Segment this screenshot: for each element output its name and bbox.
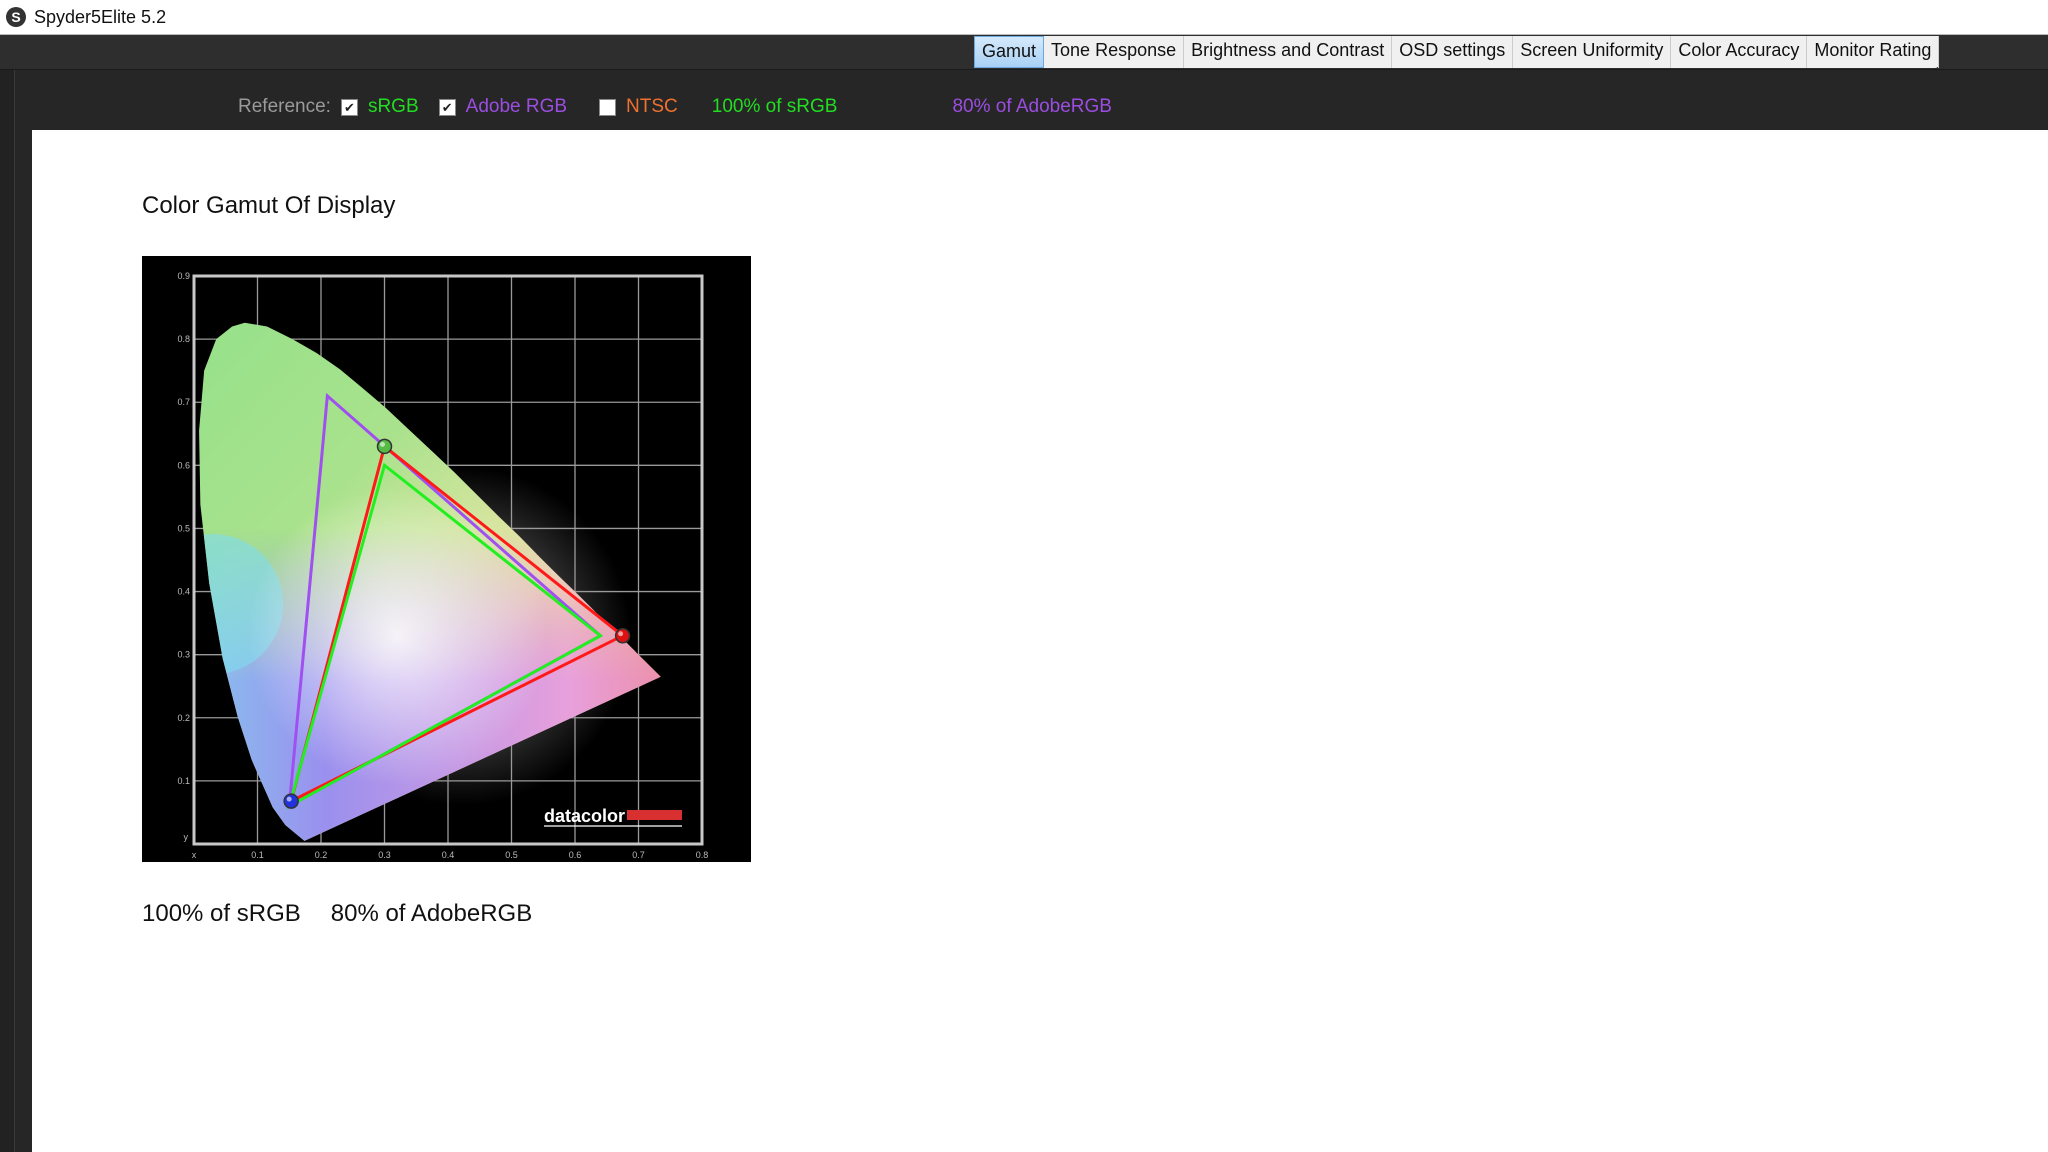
page-title: Color Gamut Of Display xyxy=(142,192,396,219)
adobe-rgb-checkbox[interactable]: ✔ xyxy=(438,98,456,116)
tab-monitor-rating[interactable]: Monitor Rating xyxy=(1807,36,1940,68)
x-tick-label: 0.3 xyxy=(378,850,391,860)
x-tick-label: 0.1 xyxy=(251,850,264,860)
tab-bar: Gamut Tone Response Brightness and Contras… xyxy=(0,35,2048,70)
y-tick-label: 0.3 xyxy=(177,650,190,660)
adobe-rgb-label[interactable]: Adobe RGB xyxy=(466,96,567,118)
ntsc-checkbox[interactable] xyxy=(599,98,617,116)
spyder-logo-icon: S xyxy=(6,7,26,27)
y-tick-label: 0.2 xyxy=(177,713,190,723)
adobe-rgb-coverage: 80% of AdobeRGB xyxy=(952,96,1112,117)
x-tick-label: 0.7 xyxy=(632,850,645,860)
tabs: Gamut Tone Response Brightness and Contras… xyxy=(974,36,1940,68)
tab-tone-response[interactable]: Tone Response xyxy=(1044,36,1185,68)
x-tick-label: 0.2 xyxy=(315,850,328,860)
green-primary-point xyxy=(376,438,393,455)
datacolor-logo-bar xyxy=(627,810,682,820)
y-tick-label: 0.6 xyxy=(177,460,190,470)
x-tick-label: 0.4 xyxy=(442,850,455,860)
x-tick-label: 0.5 xyxy=(505,850,518,860)
reference-label: Reference: xyxy=(238,96,331,117)
y-tick-label: 0.1 xyxy=(177,776,190,786)
y-tick-label: 0.7 xyxy=(177,397,190,407)
y-tick-label: 0.4 xyxy=(177,587,190,597)
gamut-chart: 0.1 0.2 0.3 0.4 0.5 0.6 0.7 0.8 0.1 0.2 0.3 0.4 0.5 0… xyxy=(142,256,751,862)
reference-row: Reference: ✔ sRGB ✔ Adobe RGB NTSC 100% … xyxy=(238,94,1112,120)
content-panel: Color Gamut Of Display 0.1 0.2 0.3 0.4 0.5 0.… xyxy=(32,130,2048,1152)
y-tick-label: 0.5 xyxy=(177,523,190,533)
x-tick-label: 0.6 xyxy=(569,850,582,860)
tab-brightness-and-contrast[interactable]: Brightness and Contrast xyxy=(1184,36,1393,68)
tab-color-accuracy[interactable]: Color Accuracy xyxy=(1671,36,1808,68)
tab-osd-settings[interactable]: OSD settings xyxy=(1392,36,1514,68)
cie-diagram: 0.1 0.2 0.3 0.4 0.5 0.6 0.7 0.8 0.1 0.2 0.3 0.4 0.5 0… xyxy=(177,271,709,860)
summary-srgb: 100% of sRGB xyxy=(142,900,301,927)
y-tick-label: 0.9 xyxy=(177,271,190,281)
title-bar: S Spyder5Elite 5.2 xyxy=(0,0,2048,35)
srgb-label[interactable]: sRGB xyxy=(368,96,419,118)
y-axis-label: y xyxy=(184,832,189,842)
datacolor-logo: datacolor xyxy=(544,806,625,826)
summary-adobe: 80% of AdobeRGB xyxy=(330,900,533,927)
app-title: Spyder5Elite 5.2 xyxy=(34,6,167,27)
spectral-locus xyxy=(199,322,661,841)
tab-gamut[interactable]: Gamut xyxy=(974,36,1045,68)
srgb-coverage: 100% of sRGB xyxy=(711,96,838,117)
srgb-checkbox[interactable]: ✔ xyxy=(340,98,358,116)
left-panel xyxy=(0,70,15,1152)
summary: 100% of sRGB 80% of AdobeRGB xyxy=(142,900,532,928)
blue-primary-highlight xyxy=(286,796,292,802)
green-primary-highlight xyxy=(380,441,385,447)
tab-screen-uniformity[interactable]: Screen Uniformity xyxy=(1513,36,1672,68)
x-tick-label: 0.8 xyxy=(696,850,709,860)
ntsc-label[interactable]: NTSC xyxy=(626,96,678,118)
blue-primary-point xyxy=(283,793,299,809)
x-axis-label: x xyxy=(192,850,197,860)
y-tick-label: 0.8 xyxy=(177,334,190,344)
red-primary-highlight xyxy=(618,631,624,637)
red-primary-point xyxy=(614,627,631,644)
